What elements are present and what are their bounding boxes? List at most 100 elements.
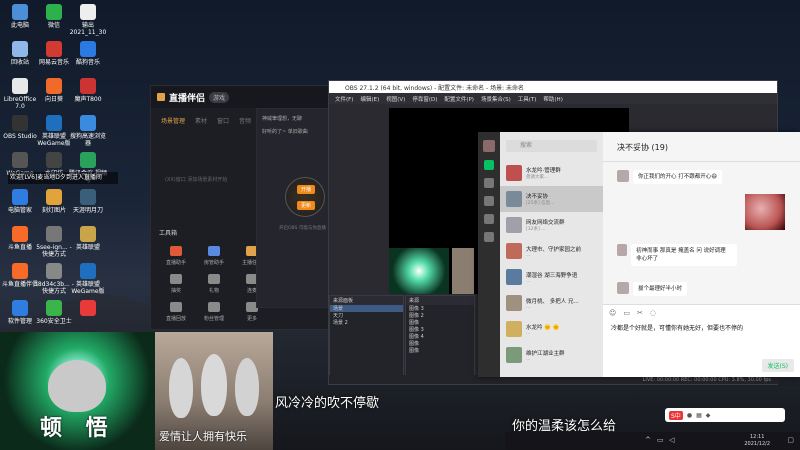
files-icon[interactable] <box>484 214 494 224</box>
obs-menu-item[interactable]: 视图(V) <box>386 95 405 103</box>
tool-icon <box>208 302 220 312</box>
tab-window[interactable]: 窗口 <box>217 116 229 125</box>
tool-label: 直播回放 <box>165 316 186 322</box>
tab-scene[interactable]: 场景管理 <box>161 116 185 125</box>
sender-avatar[interactable] <box>617 282 629 294</box>
obs-menu-item[interactable]: 停靠窗(D) <box>412 95 437 103</box>
source-item[interactable]: 图像 4 <box>406 333 474 340</box>
source-item[interactable]: 图像 3 <box>406 326 474 333</box>
sender-avatar[interactable] <box>617 170 629 182</box>
app-icon <box>12 226 28 242</box>
chat-list-item[interactable]: 决不妥协 [25条] 信息... <box>500 186 603 212</box>
cat-caption-1: 顿 悟 <box>40 416 116 441</box>
volume-icon[interactable]: ◁ <box>669 436 674 444</box>
scene-item[interactable]: 天刀 <box>330 312 403 319</box>
stream-companion-titlebar: 直播伴侣 游戏 <box>151 86 334 108</box>
sender-avatar[interactable] <box>617 244 628 256</box>
desktop-icon-label: 输出 2021_11_30 <box>69 22 107 36</box>
message-bubble: 你正我们的开心 打不跟都开心😄 <box>633 170 722 184</box>
chat-name: 水龙吟·管理群 <box>526 168 561 174</box>
desktop-icon-label: 魔声T800 <box>74 96 102 103</box>
send-button[interactable]: 发送(S) <box>761 359 794 372</box>
obs-menu-item[interactable]: 场景集合(S) <box>481 95 511 103</box>
notification-icon[interactable]: ^ <box>645 436 651 444</box>
obs-menu-item[interactable]: 配置文件(P) <box>444 95 474 103</box>
cat-image <box>235 358 259 416</box>
image-message[interactable] <box>745 194 785 230</box>
chat-list-item[interactable]: 水龙吟·管理群 恳请大家... <box>500 160 603 186</box>
app-icon <box>46 189 62 205</box>
tool-icon <box>208 274 220 284</box>
app-icon <box>46 4 62 20</box>
chat-avatar <box>506 321 522 337</box>
source-item[interactable]: 图像 2 <box>406 312 474 319</box>
scene-item[interactable]: 场景 2 <box>330 319 403 326</box>
favorites-icon[interactable] <box>484 196 494 206</box>
chat-list-item[interactable]: 维护江湖业主群... <box>500 342 603 368</box>
ime-toolbar[interactable]: S中 ● ▦ ◆ <box>665 408 785 422</box>
obs-menu-item[interactable]: 文件(F) <box>335 95 353 103</box>
chat-list-item[interactable]: 网友网络交流群 [32条] ... <box>500 212 603 238</box>
desktop-icon[interactable]: 英雄联盟 <box>68 226 108 251</box>
source-item[interactable]: 图像 <box>406 340 474 347</box>
mic-icon[interactable]: ● <box>687 412 692 419</box>
chat-name: 水龙吟 🌞 🌞 <box>526 324 560 331</box>
message-input[interactable]: 冷都是个好就是，可懂你有她无好，但要也不停的 <box>603 321 800 334</box>
obs-menu-item[interactable]: 编辑(E) <box>360 95 379 103</box>
tray-clock[interactable]: 12:11 2021/12/2 <box>744 434 770 448</box>
search-input[interactable]: 搜索 <box>506 140 597 152</box>
desktop-icon[interactable]: 酷狗音乐 <box>68 41 108 66</box>
app-icon <box>80 41 96 57</box>
toolbox-item[interactable]: 粉丝管理 <box>197 302 231 322</box>
desktop-icon[interactable]: 输出 2021_11_30 <box>68 4 108 36</box>
scene-item[interactable]: 场景 <box>330 305 403 312</box>
desktop-icon[interactable]: 魔声T800 <box>68 78 108 103</box>
toolbox-item[interactable]: 直播助手 <box>159 246 193 266</box>
avatar[interactable] <box>483 140 495 152</box>
skin-icon[interactable]: ◆ <box>706 412 711 419</box>
toolbox-item[interactable]: 抽奖 <box>159 274 193 294</box>
emoji-icon[interactable]: ☺ <box>609 309 616 317</box>
tab-audio[interactable]: 音频 <box>239 116 251 125</box>
desktop-icon[interactable]: 英雄联盟 WeGame版 <box>68 263 108 295</box>
folder-icon[interactable]: ▭ <box>623 309 630 317</box>
chat-bubble-icon[interactable]: ◌ <box>650 309 656 317</box>
chat-list-item[interactable]: 微月桃、 多把人 兄...... <box>500 290 603 316</box>
chat-list-item[interactable]: 水龙吟 🌞 🌞... <box>500 316 603 342</box>
obs-menu-item[interactable]: 工具(T) <box>518 95 537 103</box>
tab-assets[interactable]: 素材 <box>195 116 207 125</box>
source-item[interactable]: 图像 <box>406 319 474 326</box>
contacts-icon[interactable] <box>484 178 494 188</box>
update-button[interactable]: 更新 <box>297 201 316 210</box>
preview-cat-thumb <box>389 248 449 294</box>
desktop-icon[interactable]: 天涯明月刀 <box>68 189 108 214</box>
chat-list-item[interactable]: 潮湿谷 湖三海野争语... <box>500 264 603 290</box>
start-stream-orb[interactable] <box>285 177 325 217</box>
source-item[interactable]: 图像 <box>406 347 474 354</box>
chat-icon[interactable] <box>484 160 494 170</box>
obs-menu-item[interactable]: 帮助(H) <box>543 95 562 103</box>
desktop-icon[interactable]: 搜狗高速浏览器 <box>68 115 108 147</box>
chat-avatar <box>506 165 522 181</box>
cat-meme-card-1: 顿 悟 <box>0 332 155 450</box>
toolbox-item[interactable]: 礼物 <box>197 274 231 294</box>
chat-list-item[interactable]: 大理市、守护家园之前... <box>500 238 603 264</box>
source-item[interactable]: 图像 3 <box>406 305 474 312</box>
cat-meme-card-2: 爱情让人拥有快乐 <box>155 332 273 450</box>
start-stream-button[interactable]: 开播 <box>297 185 316 194</box>
chat-preview: [25条] 信息... <box>526 201 555 206</box>
keyboard-icon[interactable]: ▦ <box>696 412 702 419</box>
app-icon <box>12 115 28 131</box>
cat-image <box>169 358 193 418</box>
toolbox-item[interactable]: 房管助手 <box>197 246 231 266</box>
side-panel-line1: 神威筆理想，无聊 <box>262 116 303 122</box>
network-icon[interactable]: ▭ <box>657 436 664 444</box>
action-center-icon[interactable]: ▢ <box>787 436 794 444</box>
moments-icon[interactable] <box>484 232 494 242</box>
toolbox-item[interactable]: 直播回放 <box>159 302 193 322</box>
scissors-icon[interactable]: ✂ <box>637 309 643 317</box>
app-icon <box>80 300 96 316</box>
desktop-icon[interactable] <box>68 300 108 318</box>
cat-image <box>201 354 227 416</box>
category-badge[interactable]: 游戏 <box>209 91 230 103</box>
